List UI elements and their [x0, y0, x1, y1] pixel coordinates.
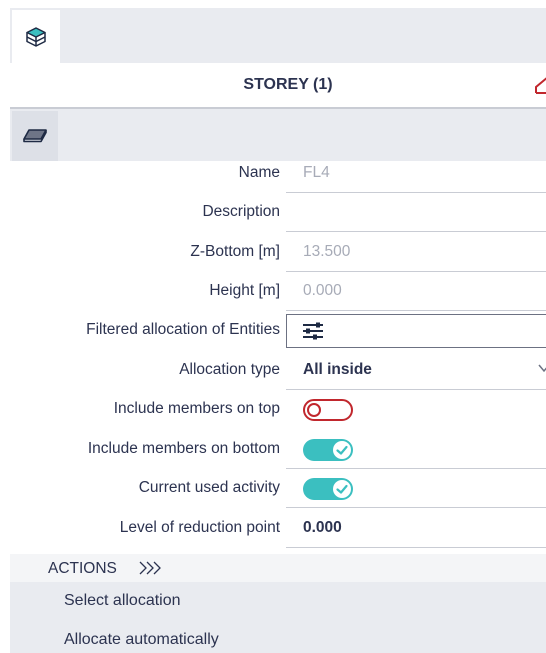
height-value: 0.000 [303, 282, 342, 299]
include-bottom-toggle[interactable] [303, 439, 353, 461]
reduction-point-field[interactable]: 0.000 [286, 508, 546, 548]
tab-storey[interactable] [12, 10, 60, 63]
page-title: STOREY (1) [243, 76, 333, 93]
allocation-type-label: Allocation type [179, 361, 280, 378]
reduction-point-value: 0.000 [303, 519, 342, 536]
panel-title-bar: STOREY (1) [10, 63, 546, 109]
check-icon [336, 484, 348, 494]
description-field[interactable] [286, 192, 546, 232]
storey-3d-icon [26, 26, 46, 47]
properties-panel: STOREY (1) Name FL4 Description Z-Bottom… [10, 8, 546, 653]
name-field[interactable]: FL4 [286, 153, 546, 193]
toggle-knob [333, 441, 351, 459]
property-row-height: Height [m] 0.000 [10, 271, 546, 311]
property-row-description: Description [10, 192, 546, 232]
include-bottom-field [286, 429, 546, 469]
double-chevron-right-icon [139, 561, 161, 575]
property-row-include-top: Include members on top [10, 389, 546, 429]
actions-header[interactable]: ACTIONS [10, 554, 546, 582]
z-bottom-field[interactable]: 13.500 [286, 232, 546, 272]
allocation-type-select[interactable]: All inside [286, 350, 546, 390]
property-row-name: Name FL4 [10, 153, 546, 193]
property-row-include-bottom: Include members on bottom [10, 429, 546, 469]
property-row-current-activity: Current used activity [10, 468, 546, 508]
check-icon [336, 445, 348, 455]
reduction-point-label: Level of reduction point [119, 519, 280, 536]
actions-title: ACTIONS [48, 560, 117, 577]
chevron-down-icon[interactable] [538, 363, 546, 373]
current-activity-toggle[interactable] [303, 478, 353, 500]
name-value: FL4 [303, 164, 330, 181]
toggle-knob [333, 480, 351, 498]
include-top-label: Include members on top [113, 400, 280, 417]
include-top-toggle[interactable] [303, 399, 353, 421]
edit-pencil-icon[interactable] [532, 71, 546, 97]
tab-bar [10, 8, 546, 63]
filtered-allocation-label: Filtered allocation of Entities [86, 321, 280, 338]
description-label: Description [202, 203, 280, 220]
property-row-allocation-type: Allocation type All inside [10, 350, 546, 390]
filtered-allocation-button[interactable] [286, 314, 546, 348]
actions-list: Select allocation Allocate automatically [10, 582, 546, 653]
property-row-filtered-allocation: Filtered allocation of Entities [10, 310, 546, 350]
include-top-field [286, 389, 546, 429]
z-bottom-value: 13.500 [303, 243, 351, 260]
storey-plane-icon [23, 129, 47, 143]
filter-sliders-icon [303, 322, 323, 340]
allocation-type-value: All inside [303, 361, 372, 378]
include-bottom-label: Include members on bottom [87, 440, 280, 457]
property-row-reduction-point: Level of reduction point 0.000 [10, 508, 546, 548]
current-activity-label: Current used activity [138, 479, 280, 496]
property-row-z-bottom: Z-Bottom [m] 13.500 [10, 232, 546, 272]
select-allocation-action[interactable]: Select allocation [64, 591, 181, 611]
name-label: Name [238, 164, 280, 181]
allocate-automatically-action[interactable]: Allocate automatically [64, 630, 219, 650]
height-label: Height [m] [209, 282, 280, 299]
toggle-knob [307, 403, 321, 417]
height-field[interactable]: 0.000 [286, 271, 546, 311]
z-bottom-label: Z-Bottom [m] [190, 243, 280, 260]
current-activity-field [286, 468, 546, 508]
